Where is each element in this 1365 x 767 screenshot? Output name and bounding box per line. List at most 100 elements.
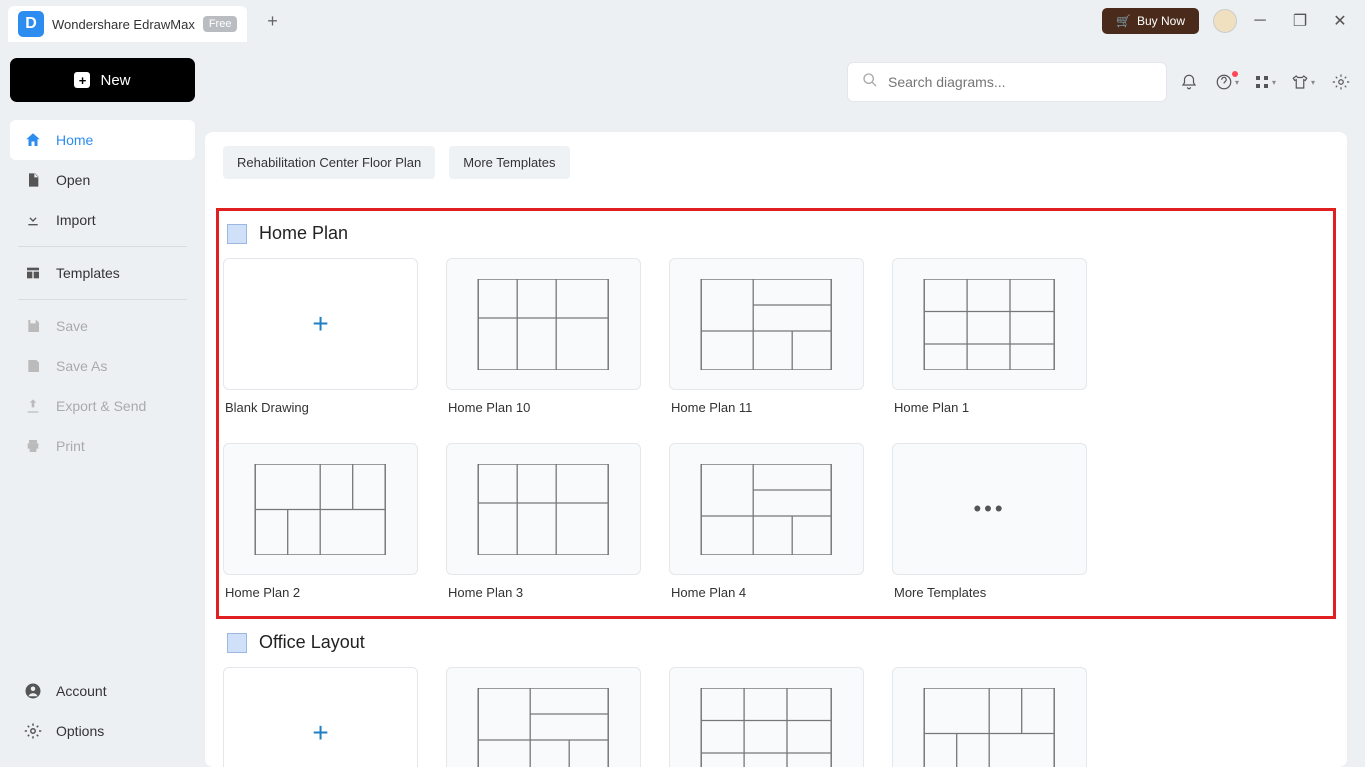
maximize-button[interactable]: ❐ (1283, 6, 1317, 36)
sidebar-item-label: Print (56, 438, 85, 454)
template-label: Home Plan 11 (669, 400, 864, 415)
search-icon (862, 72, 878, 93)
section-header: Office Layout (223, 624, 1329, 667)
download-icon (24, 211, 42, 229)
template-card[interactable] (446, 667, 641, 767)
home-icon (24, 131, 42, 149)
buy-now-button[interactable]: 🛒 Buy Now (1102, 8, 1199, 34)
template-card[interactable]: Home Plan 11 (669, 258, 864, 415)
chip-row: Rehabilitation Center Floor Plan More Te… (223, 132, 1329, 203)
help-icon[interactable]: ▾ (1211, 66, 1243, 98)
gear-icon (24, 722, 42, 740)
plus-icon: + (74, 72, 90, 88)
template-label: Home Plan 10 (446, 400, 641, 415)
template-card[interactable]: Home Plan 1 (892, 258, 1087, 415)
template-card[interactable] (669, 667, 864, 767)
template-card[interactable]: Home Plan 4 (669, 443, 864, 600)
sidebar-item-account[interactable]: Account (10, 671, 195, 711)
template-thumbnail (446, 443, 641, 575)
template-thumbnail: + (223, 667, 418, 767)
template-card[interactable] (892, 667, 1087, 767)
shirt-icon[interactable]: ▾ (1287, 66, 1319, 98)
divider (18, 299, 187, 300)
templates-panel[interactable]: Rehabilitation Center Floor Plan More Te… (205, 132, 1347, 767)
plus-icon: + (312, 308, 328, 340)
buy-now-label: Buy Now (1137, 14, 1185, 28)
content: ▾ ▾ ▾ Rehabilitation Center Floor Plan M… (205, 42, 1365, 767)
sidebar-item-print: Print (10, 426, 195, 466)
sidebar-item-options[interactable]: Options (10, 711, 195, 751)
new-tab-button[interactable]: + (259, 8, 285, 34)
section-icon (227, 633, 247, 653)
template-thumbnail (223, 443, 418, 575)
sidebar-item-export: Export & Send (10, 386, 195, 426)
template-card[interactable]: Home Plan 10 (446, 258, 641, 415)
template-card[interactable]: Home Plan 3 (446, 443, 641, 600)
sidebar-item-label: Home (56, 132, 93, 148)
sidebar-item-templates[interactable]: Templates (10, 253, 195, 293)
template-card[interactable]: + (223, 667, 418, 767)
template-label: Home Plan 4 (669, 585, 864, 600)
template-thumbnail (669, 667, 864, 767)
section-icon (227, 224, 247, 244)
template-grid: + Blank Drawing Home Plan 10 Home Plan 11 Ho… (223, 258, 1329, 600)
template-thumbnail (446, 667, 641, 767)
new-button-label: New (100, 72, 130, 89)
sidebar-item-save: Save (10, 306, 195, 346)
close-button[interactable]: ✕ (1323, 6, 1357, 36)
template-label: Home Plan 1 (892, 400, 1087, 415)
app-name: Wondershare EdrawMax (52, 17, 195, 32)
template-label: Home Plan 2 (223, 585, 418, 600)
titlebar: D Wondershare EdrawMax Free + 🛒 Buy Now … (0, 0, 1365, 42)
sidebar-item-label: Save As (56, 358, 107, 374)
template-thumbnail (446, 258, 641, 390)
template-label: Blank Drawing (223, 400, 418, 415)
sidebar-item-label: Account (56, 683, 107, 699)
template-thumbnail (892, 667, 1087, 767)
template-thumbnail: + (223, 258, 418, 390)
app-tab[interactable]: D Wondershare EdrawMax Free (8, 6, 247, 42)
template-thumbnail (669, 258, 864, 390)
notifications-icon[interactable] (1173, 66, 1205, 98)
template-thumbnail (669, 443, 864, 575)
section-header: Home Plan (223, 215, 1329, 258)
template-card[interactable]: ••• More Templates (892, 443, 1087, 600)
chip-rehabilitation[interactable]: Rehabilitation Center Floor Plan (223, 146, 435, 179)
main: + New Home Open Import Templates Save Sa… (0, 42, 1365, 767)
sidebar-item-label: Open (56, 172, 90, 188)
search-input[interactable] (888, 74, 1152, 90)
minimize-button[interactable]: ─ (1243, 6, 1277, 36)
sidebar-item-label: Export & Send (56, 398, 146, 414)
more-icon: ••• (973, 496, 1005, 522)
template-card[interactable]: Home Plan 2 (223, 443, 418, 600)
save-icon (24, 317, 42, 335)
chip-more-templates[interactable]: More Templates (449, 146, 569, 179)
new-button[interactable]: + New (10, 58, 195, 102)
template-thumbnail: ••• (892, 443, 1087, 575)
template-label: Home Plan 3 (446, 585, 641, 600)
topbar: ▾ ▾ ▾ (847, 42, 1357, 122)
divider (18, 246, 187, 247)
apps-icon[interactable]: ▾ (1249, 66, 1281, 98)
sidebar-item-open[interactable]: Open (10, 160, 195, 200)
template-grid: + (223, 667, 1329, 767)
section-home-plan: Home Plan + Blank Drawing Home Plan 10 Home … (217, 209, 1335, 618)
cart-icon: 🛒 (1116, 14, 1131, 28)
template-card[interactable]: + Blank Drawing (223, 258, 418, 415)
free-badge: Free (203, 16, 238, 32)
section-office-layout: Office Layout + (223, 624, 1329, 767)
export-icon (24, 397, 42, 415)
plus-icon: + (312, 717, 328, 749)
template-label: More Templates (892, 585, 1087, 600)
file-icon (24, 171, 42, 189)
sidebar-item-label: Save (56, 318, 88, 334)
settings-icon[interactable] (1325, 66, 1357, 98)
sidebar-item-label: Options (56, 723, 104, 739)
sidebar: + New Home Open Import Templates Save Sa… (0, 42, 205, 767)
sidebar-item-import[interactable]: Import (10, 200, 195, 240)
user-avatar[interactable] (1213, 9, 1237, 33)
sidebar-item-home[interactable]: Home (10, 120, 195, 160)
search-box[interactable] (847, 62, 1167, 102)
section-title: Office Layout (259, 632, 365, 653)
sidebar-item-saveas: Save As (10, 346, 195, 386)
